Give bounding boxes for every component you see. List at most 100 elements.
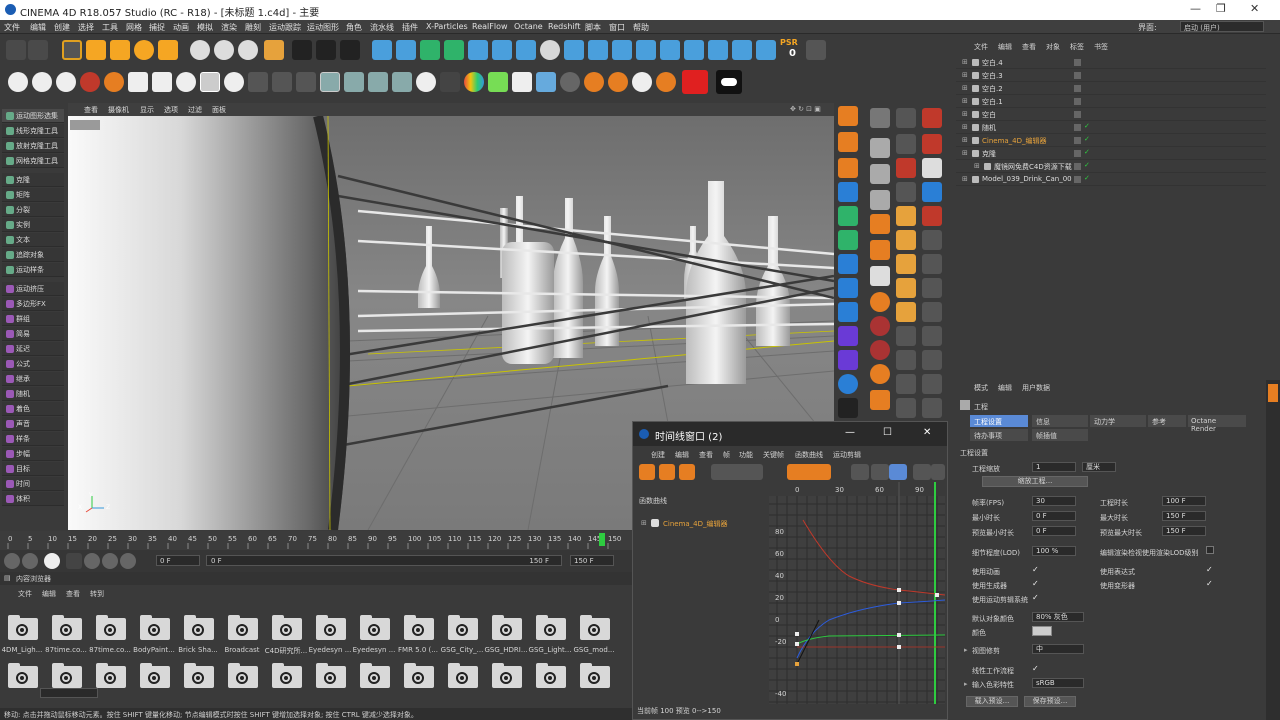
expand-icon[interactable]: ⊞ [962, 110, 968, 118]
folder-icon[interactable] [402, 660, 434, 690]
folder-icon[interactable] [94, 612, 126, 642]
character-icon[interactable] [838, 278, 858, 298]
om-row[interactable]: ⊞ Model_039_Drink_Can_00 ✓ [956, 173, 1266, 186]
expand-icon[interactable]: ⊞ [962, 97, 968, 105]
grid-icon[interactable] [896, 182, 916, 202]
plain-effector-item[interactable]: 简易 [2, 327, 64, 341]
octane-icon[interactable] [838, 106, 858, 126]
om-row[interactable]: ⊞ 空白.3 [956, 69, 1266, 82]
expand-icon[interactable]: ⊞ [962, 58, 968, 66]
menu-plugins[interactable]: 插件 [402, 22, 418, 33]
step-effector-item[interactable]: 步幅 [2, 447, 64, 461]
om-row[interactable]: ⊞ 空白.1 [956, 95, 1266, 108]
play-icon[interactable] [66, 553, 82, 569]
w-icon[interactable] [128, 72, 148, 92]
folder-icon[interactable] [138, 612, 170, 642]
people-icon[interactable] [896, 278, 916, 298]
om-row[interactable]: ⊞ Cinema_4D_编辑器 ✓ [956, 134, 1266, 147]
split-icon[interactable] [838, 302, 858, 322]
render-picture-viewer-icon[interactable] [316, 40, 336, 60]
gear-icon[interactable] [32, 72, 52, 92]
gear-icon[interactable] [56, 72, 76, 92]
recent-tool-icon[interactable] [158, 40, 178, 60]
plane-icon[interactable] [870, 266, 890, 286]
rotate-tool-icon[interactable] [134, 40, 154, 60]
folder-icon[interactable] [270, 660, 302, 690]
key-tool-icon[interactable] [659, 464, 675, 480]
mirror-icon[interactable] [838, 326, 858, 346]
folder-icon[interactable] [446, 612, 478, 642]
om-row[interactable]: ⊞ 随机 ✓ [956, 121, 1266, 134]
snap-icon[interactable] [806, 40, 826, 60]
om-menu-file[interactable]: 文件 [974, 42, 988, 52]
extrude-item[interactable]: 运动挤压 [2, 282, 64, 296]
enable-check-icon[interactable]: ✓ [1084, 174, 1090, 182]
fps-field[interactable]: 30 [1032, 496, 1076, 506]
viewport-menu-camera[interactable]: 摄像机 [108, 105, 129, 115]
checker-icon[interactable] [512, 72, 532, 92]
polyfx-item[interactable]: 多边形FX [2, 297, 64, 311]
group-effector-item[interactable]: 群组 [2, 312, 64, 326]
attractor-icon[interactable] [708, 40, 728, 60]
s-icon[interactable] [224, 72, 244, 92]
expand-icon[interactable]: ⊞ [641, 519, 647, 527]
s-orange-icon[interactable] [656, 72, 676, 92]
deformer-bend-icon[interactable] [468, 40, 488, 60]
folder-icon[interactable] [358, 612, 390, 642]
image-icon[interactable] [392, 72, 412, 92]
emitter-icon[interactable] [588, 40, 608, 60]
force-icon[interactable] [684, 40, 704, 60]
expand-icon[interactable]: ⊞ [974, 162, 980, 170]
folder-icon[interactable] [6, 612, 38, 642]
key-tool-icon[interactable] [679, 464, 695, 480]
spline-effector-item[interactable]: 样条 [2, 432, 64, 446]
om-menu-bookmarks[interactable]: 书签 [1094, 42, 1108, 52]
cube-gray-icon[interactable] [870, 164, 890, 184]
folder-icon[interactable] [50, 660, 82, 690]
people-icon[interactable] [922, 254, 942, 274]
duration-field[interactable]: 100 F [1162, 496, 1206, 506]
viewport-menu-view[interactable]: 查看 [84, 105, 98, 115]
menu-mesh[interactable]: 网格 [126, 22, 142, 33]
tw-menu-frame[interactable]: 帧 [723, 450, 730, 460]
visibility-icon[interactable] [1074, 124, 1081, 131]
om-row[interactable]: ⊞ 空白 [956, 108, 1266, 121]
key-modes-icon[interactable] [711, 464, 763, 480]
visibility-icon[interactable] [1074, 111, 1081, 118]
input-color-select[interactable]: sRGB [1032, 678, 1084, 688]
om-row[interactable]: ⊞ 空白.4 [956, 56, 1266, 69]
color-swatch[interactable] [1032, 626, 1052, 636]
walker-icon[interactable] [838, 206, 858, 226]
loop-icon[interactable] [120, 553, 136, 569]
time-effector-item[interactable]: 时间 [2, 477, 64, 491]
cb-menu-file[interactable]: 文件 [18, 589, 32, 599]
random-effector-item[interactable]: 随机 [2, 387, 64, 401]
inheritance-effector-item[interactable]: 继承 [2, 372, 64, 386]
tw-track-row[interactable]: ⊞ Cinema_4D_编辑器 [641, 518, 761, 529]
expand-icon[interactable]: ⊞ [962, 175, 968, 183]
viewport-menu-filter[interactable]: 过滤 [188, 105, 202, 115]
cb-menu-goto[interactable]: 转到 [90, 589, 104, 599]
lod-field[interactable]: 100 % [1032, 546, 1076, 556]
cube-red-icon[interactable] [896, 158, 916, 178]
scale-project-button[interactable]: 缩放工程... [982, 476, 1088, 487]
visibility-icon[interactable] [1074, 59, 1081, 66]
fcurve-graph[interactable]: 0 30 60 90 80 60 40 20 0 -20 -40 [769, 482, 946, 704]
menu-animate[interactable]: 动画 [173, 22, 189, 33]
folder-icon[interactable] [314, 660, 346, 690]
folder-icon[interactable] [138, 660, 170, 690]
expand-icon[interactable]: ⊞ [962, 71, 968, 79]
menu-render[interactable]: 渲染 [221, 22, 237, 33]
tab-dynamics[interactable]: 动力学 [1090, 415, 1146, 427]
range-slider[interactable]: 0 F 150 F [206, 555, 562, 566]
tw-menu-create[interactable]: 创建 [651, 450, 665, 460]
lod-render-checkbox[interactable] [1206, 546, 1214, 554]
curve-icon[interactable] [913, 464, 931, 480]
image-icon[interactable] [344, 72, 364, 92]
figure-icon[interactable] [896, 398, 916, 418]
color-wheel-icon[interactable] [464, 72, 484, 92]
curve-icon[interactable] [851, 464, 869, 480]
menu-realflow[interactable]: RealFlow [472, 22, 508, 31]
expand-icon[interactable]: ⊞ [962, 136, 968, 144]
r0-icon[interactable] [838, 398, 858, 418]
